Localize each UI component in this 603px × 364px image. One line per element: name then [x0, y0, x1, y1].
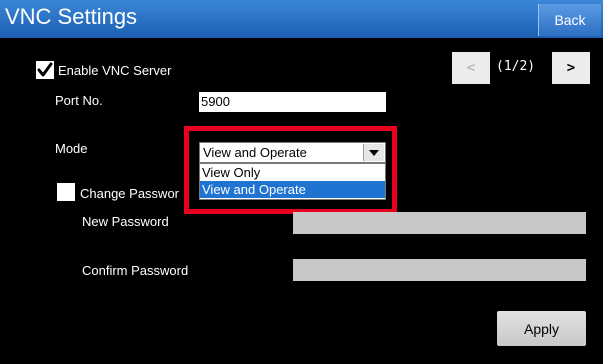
page-indicator: (1/2) [496, 59, 536, 74]
page-title: VNC Settings [5, 4, 138, 29]
mode-select[interactable]: View and Operate [199, 142, 386, 163]
prev-page-button[interactable]: < [452, 52, 490, 84]
port-label: Port No. [55, 93, 103, 108]
change-password-label: Change Passwor [80, 186, 179, 201]
enable-vnc-checkbox[interactable] [36, 61, 54, 79]
new-password-label: New Password [82, 214, 169, 229]
confirm-password-label: Confirm Password [82, 263, 189, 278]
apply-button[interactable]: Apply [497, 311, 586, 346]
checkmark-icon [37, 62, 53, 77]
confirm-password-input[interactable] [293, 259, 586, 281]
chevron-down-icon[interactable] [363, 144, 384, 161]
change-password-checkbox[interactable] [57, 183, 75, 201]
mode-option-view-and-operate[interactable]: View and Operate [200, 181, 385, 198]
title-bar: VNC Settings Back [0, 0, 603, 38]
new-password-input[interactable] [293, 212, 586, 234]
back-button[interactable]: Back [538, 4, 601, 36]
port-input[interactable]: 5900 [199, 92, 386, 112]
mode-label: Mode [55, 141, 88, 156]
mode-option-view-only[interactable]: View Only [200, 164, 385, 181]
next-page-button[interactable]: > [552, 52, 590, 84]
mode-select-value: View and Operate [203, 145, 307, 160]
mode-dropdown-list: View Only View and Operate [199, 163, 386, 200]
enable-vnc-label: Enable VNC Server [58, 63, 172, 78]
